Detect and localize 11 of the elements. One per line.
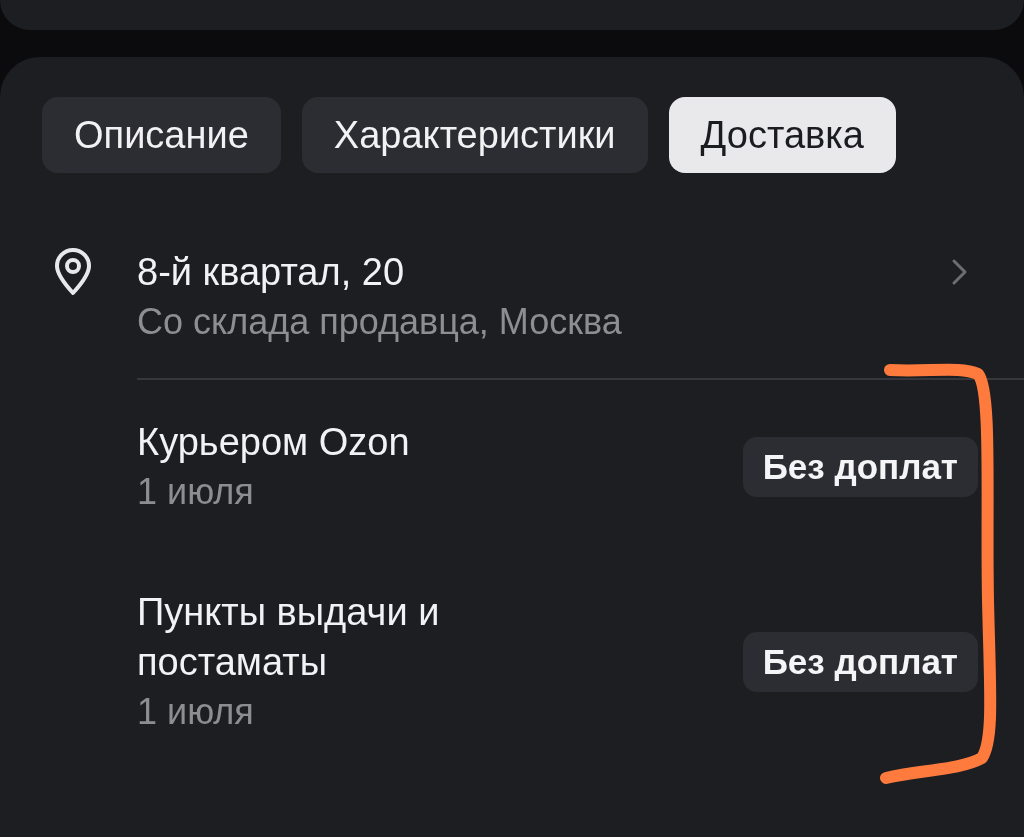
tab[interactable]: Характеристики <box>301 97 648 173</box>
price-badge: Без доплат <box>742 437 978 497</box>
delivery-method: Пункты выдачи и постаматы <box>137 590 441 685</box>
tab[interactable]: Доставка <box>668 97 896 173</box>
tab[interactable]: Описание <box>42 97 281 173</box>
delivery-date: 1 июля <box>137 690 255 734</box>
address-subtitle: Со склада продавца, Москва <box>137 300 623 344</box>
address-title[interactable]: 8-й квартал, 20 <box>137 247 950 297</box>
price-badge: Без доплат <box>742 632 978 692</box>
delivery-method: Курьером Ozon <box>137 420 410 465</box>
delivery-date: 1 июля <box>137 470 255 514</box>
